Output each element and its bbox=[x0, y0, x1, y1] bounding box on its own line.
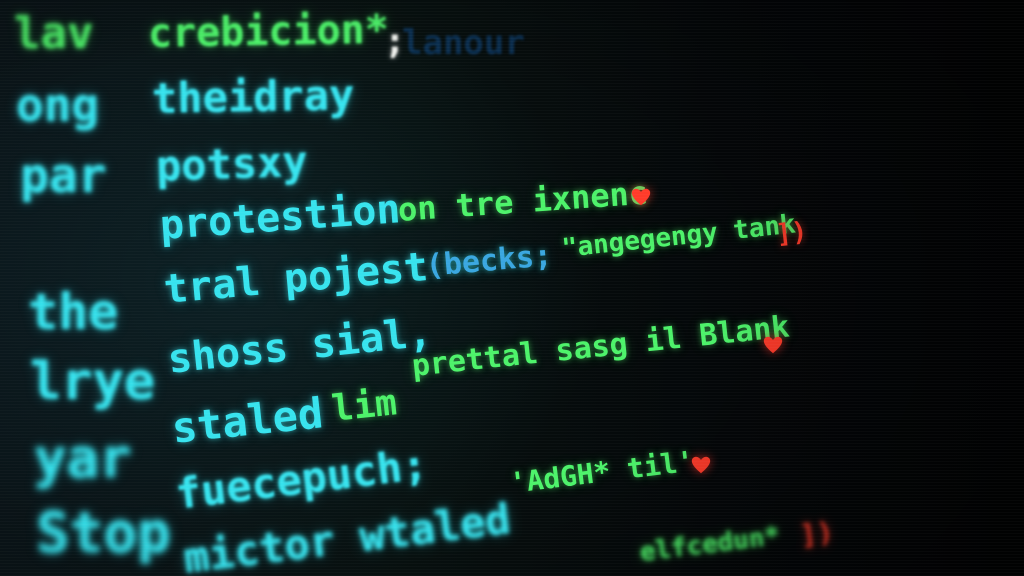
heart-icon bbox=[630, 186, 652, 208]
code-token: protestion bbox=[158, 186, 402, 249]
code-token: crebicion* bbox=[147, 6, 390, 57]
code-token: 'AdGH* til' bbox=[507, 444, 697, 500]
code-token: (becks; bbox=[424, 238, 554, 284]
left-keyword: ong bbox=[16, 78, 100, 132]
heart-icon bbox=[762, 334, 784, 356]
code-token: potsxy bbox=[155, 136, 309, 191]
left-keyword: par bbox=[20, 148, 107, 204]
code-token: ]) bbox=[797, 515, 836, 552]
code-token: tral pojest bbox=[161, 243, 430, 313]
left-keyword: lrye bbox=[30, 352, 156, 412]
left-keyword: yar bbox=[34, 427, 132, 490]
code-token: prettal sasg il Blank bbox=[410, 309, 791, 384]
left-keyword: lav bbox=[14, 8, 94, 59]
code-token: lanour bbox=[402, 23, 525, 63]
code-token: staled bbox=[169, 388, 326, 453]
code-token: theidray bbox=[151, 70, 355, 123]
code-token: lim bbox=[329, 382, 399, 430]
left-keyword: the bbox=[28, 283, 119, 341]
code-token: "angegengy tank bbox=[560, 209, 798, 264]
left-keyword: Stop bbox=[36, 501, 171, 566]
heart-icon bbox=[690, 454, 712, 476]
code-token: on tre ixnenc bbox=[396, 173, 650, 229]
code-token: elfcedun* bbox=[638, 520, 782, 568]
code-screen-photo: lav ong par the lrye yar Stop crebicion*… bbox=[0, 0, 1024, 576]
code-token: fuecepuch; bbox=[172, 439, 430, 519]
code-token: shoss sial, bbox=[165, 309, 434, 383]
code-token: ]) bbox=[774, 216, 809, 250]
